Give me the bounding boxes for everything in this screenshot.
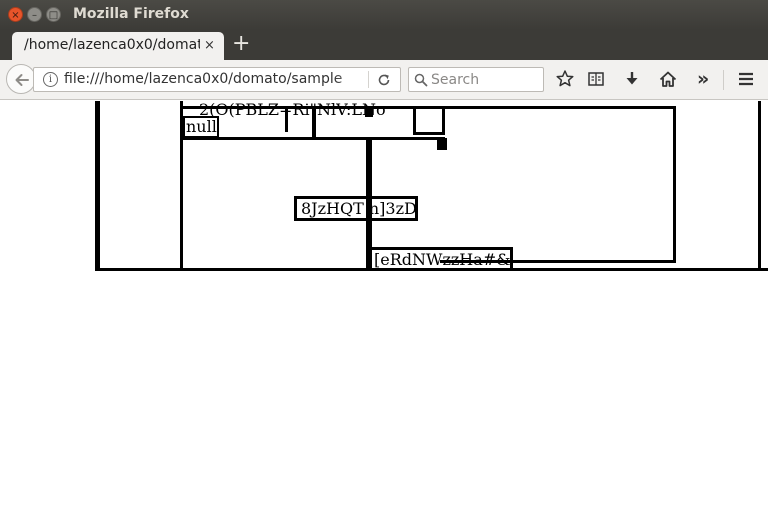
reload-icon[interactable] [376,72,392,88]
top-rail-marker-square [365,106,373,117]
overflow-chevron-icon[interactable]: » [697,68,709,90]
top-rail-small-box [413,106,445,135]
null-text: null [186,117,217,136]
search-bar[interactable] [408,67,544,92]
search-icon [414,73,428,87]
tab-strip: /home/lazenca0x0/domato × + [0,30,768,60]
new-tab-button[interactable]: + [232,31,250,56]
rail-corner-marker-square [437,138,447,150]
window-minimize-button[interactable]: – [27,7,42,22]
home-icon[interactable] [659,70,677,88]
url-text[interactable]: file:///home/lazenca0x0/domato/sample [64,71,368,87]
url-bar[interactable]: i file:///home/lazenca0x0/domato/sample [33,67,401,92]
page-viewport: 2(O(PBLZ=Ri"NlV:LNo null 8JzHQT n]3zD [e… [0,101,768,532]
window-close-button[interactable]: × [8,7,23,22]
outer-frame-right-border [758,101,761,271]
outer-frame-left-border [95,101,100,271]
code-text: 8JzHQT n]3zD [301,199,417,218]
search-input[interactable] [431,70,539,89]
window-maximize-button[interactable]: □ [46,7,61,22]
top-rail-divider-2 [312,106,316,140]
back-button[interactable] [6,64,36,94]
download-icon[interactable] [623,70,641,88]
url-divider [368,71,369,88]
large-right-box [440,106,676,263]
window-title: Mozilla Firefox [73,6,189,22]
window-titlebar: × – □ Mozilla Firefox [0,0,768,30]
bookmark-star-icon[interactable] [555,69,575,89]
hamburger-menu-icon[interactable] [737,70,755,88]
tab-close-icon[interactable]: × [204,38,215,53]
reading-list-icon[interactable] [587,70,605,88]
site-info-icon[interactable]: i [43,72,58,87]
bottom-text: [eRdNWzzHa#& [374,250,511,269]
back-arrow-icon [15,74,29,86]
tab-active[interactable]: /home/lazenca0x0/domato × [12,32,224,60]
toolbar-divider [723,70,724,90]
tab-title: /home/lazenca0x0/domato [24,37,200,53]
top-rail-divider-1 [285,106,288,132]
nav-toolbar: i file:///home/lazenca0x0/domato/sample … [0,60,768,100]
